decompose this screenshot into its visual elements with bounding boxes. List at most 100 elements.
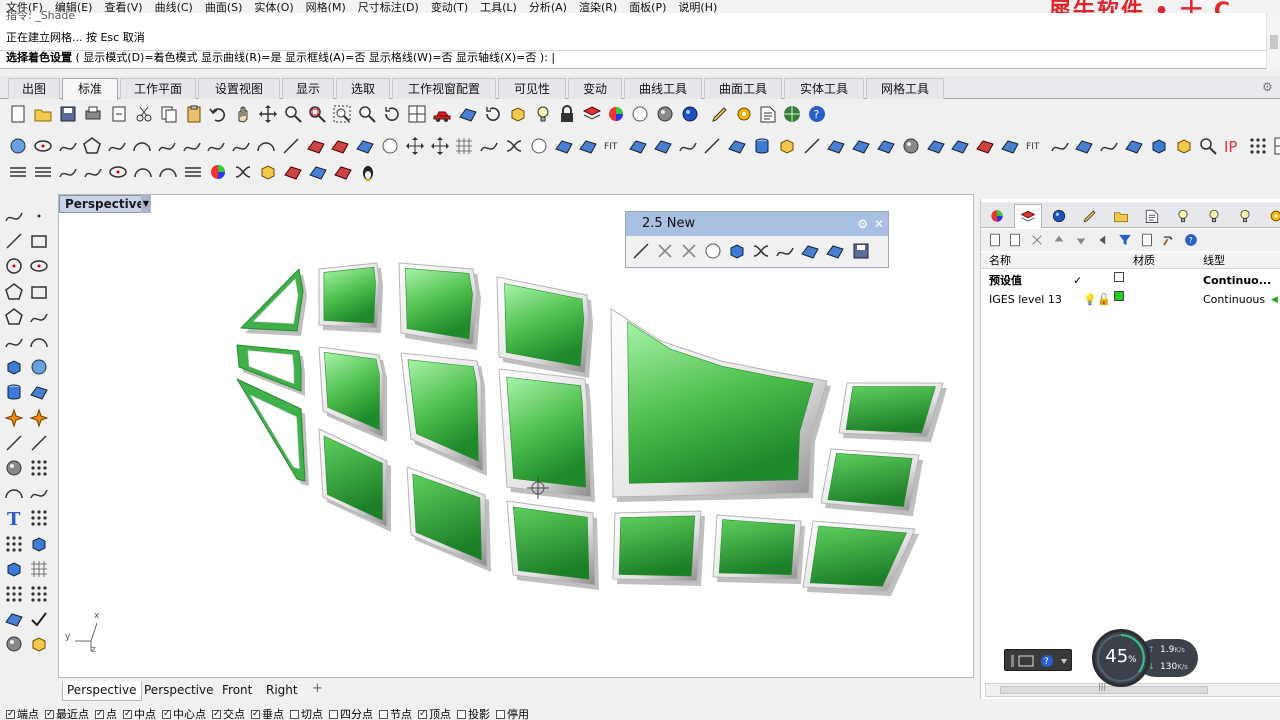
modeling-tool-row3-9-icon[interactable]	[207, 161, 229, 183]
osnap-toggle[interactable]: 中点	[123, 708, 156, 720]
spark-alt-icon[interactable]	[28, 407, 50, 429]
menu-analyze[interactable]: 分析(A)	[529, 2, 567, 14]
copy-icon[interactable]	[158, 103, 180, 125]
cut-icon[interactable]	[133, 103, 155, 125]
modeling-tool-50-icon[interactable]: IP	[1222, 135, 1244, 157]
osnap-checkbox[interactable]	[95, 708, 104, 720]
modeling-tool-39-icon[interactable]	[949, 135, 971, 157]
properties-icon[interactable]	[757, 103, 779, 125]
osnap-toggle[interactable]: 交点	[212, 708, 245, 720]
tab-select[interactable]: 选取	[336, 78, 390, 99]
layer-icon[interactable]	[581, 103, 603, 125]
move-down-icon[interactable]	[1073, 232, 1089, 248]
undo-icon[interactable]	[207, 103, 229, 125]
pan-icon[interactable]	[257, 103, 279, 125]
layer-row[interactable]: IGES level 13 💡 🔓 Continuous ◀	[981, 291, 1280, 309]
spark-icon[interactable]	[3, 407, 25, 429]
osnap-toggle[interactable]: 四分点	[329, 708, 373, 720]
surface-edit-alt-icon[interactable]	[28, 608, 50, 630]
menu-help[interactable]: 说明(H)	[678, 2, 717, 14]
print-icon[interactable]	[82, 103, 104, 125]
modeling-tool-48-icon[interactable]	[1173, 135, 1195, 157]
color-ball-icon[interactable]	[605, 103, 627, 125]
osnap-checkbox[interactable]	[290, 710, 299, 719]
menu-solid[interactable]: 实体(O)	[254, 2, 293, 14]
modeling-tool-37-icon[interactable]	[900, 135, 922, 157]
modeling-tool-14-icon[interactable]	[329, 135, 351, 157]
shaded-sphere-icon[interactable]	[629, 103, 651, 125]
modeling-tool-19-icon[interactable]	[453, 135, 475, 157]
panel-tool-5-icon[interactable]	[726, 240, 748, 262]
sole-tile-green-face[interactable]	[323, 266, 376, 324]
dot-grid-icon[interactable]	[3, 583, 25, 605]
osnap-toggle[interactable]: 垂点	[251, 708, 284, 720]
sole-tile-green-face[interactable]	[512, 506, 590, 580]
modeling-tool-2-icon[interactable]	[32, 135, 54, 157]
modeling-tool-23-icon[interactable]	[553, 135, 575, 157]
tab-viewport-layout[interactable]: 工作视窗配置	[392, 78, 496, 99]
modeling-tool-4-icon[interactable]	[81, 135, 103, 157]
panel-tool-2-icon[interactable]	[654, 240, 676, 262]
tab-cplanes[interactable]: 工作平面	[120, 78, 196, 99]
add-view-icon[interactable]: +	[312, 681, 323, 696]
car-icon[interactable]	[431, 103, 453, 125]
filter-icon[interactable]	[1117, 232, 1133, 248]
sole-tile-green-face[interactable]	[618, 515, 696, 577]
network-speed-meter[interactable]: ↑ 1.9K/s ↓ 130K/s 45%	[1092, 629, 1198, 687]
sole-tile-green-face[interactable]	[252, 278, 299, 324]
libraries-tab-icon[interactable]	[1076, 204, 1104, 228]
modeling-tool-34-icon[interactable]	[825, 135, 847, 157]
zoom-extents-icon[interactable]	[331, 103, 353, 125]
modeling-tool-25-icon[interactable]: FIT	[602, 135, 624, 157]
sphere-tools-icon[interactable]	[3, 457, 25, 479]
modeling-tool-row3-8-icon[interactable]	[182, 161, 204, 183]
sole-tile-green-face[interactable]	[405, 267, 473, 340]
open-folder-icon[interactable]	[32, 103, 54, 125]
new-layer-icon[interactable]	[987, 232, 1003, 248]
save-icon[interactable]	[57, 103, 79, 125]
osnap-checkbox[interactable]	[496, 710, 505, 719]
tab-solid-tools[interactable]: 实体工具	[784, 78, 864, 99]
modeling-tool-45-icon[interactable]	[1098, 135, 1120, 157]
menu-curve[interactable]: 曲线(C)	[155, 2, 193, 14]
osnap-checkbox[interactable]	[162, 708, 171, 720]
modeling-tool-42-icon[interactable]: FIT	[1024, 135, 1046, 157]
osnap-checkbox[interactable]	[6, 708, 15, 720]
modeling-tool-row3-10-icon[interactable]	[232, 161, 254, 183]
tab-curve-tools[interactable]: 曲线工具	[624, 78, 702, 99]
modeling-tool-31-icon[interactable]	[751, 135, 773, 157]
modeling-tool-43-icon[interactable]	[1049, 135, 1071, 157]
modeling-tool-row3-12-icon[interactable]	[282, 161, 304, 183]
close-icon[interactable]: ✕	[874, 216, 884, 232]
modeling-tool-21-icon[interactable]	[503, 135, 525, 157]
osnap-toggle[interactable]: 点	[95, 708, 117, 720]
solid-alt-icon[interactable]	[28, 356, 50, 378]
osnap-checkbox[interactable]	[418, 708, 427, 720]
import-icon[interactable]	[108, 103, 130, 125]
floating-panel-title[interactable]: 2.5 New	[626, 212, 888, 236]
sole-tile-green-face[interactable]	[718, 519, 796, 576]
move-up-icon[interactable]	[1051, 232, 1067, 248]
hand-icon[interactable]	[232, 103, 254, 125]
modeling-tool-row3-11-icon[interactable]	[257, 161, 279, 183]
osnap-checkbox[interactable]	[457, 710, 466, 719]
modeling-tool-18-icon[interactable]	[429, 135, 451, 157]
properties-tab-icon[interactable]	[983, 204, 1011, 228]
input-method-widget[interactable]: ?	[1004, 649, 1072, 671]
osnap-toggle[interactable]: 最近点	[45, 708, 89, 720]
lightbulb-icon[interactable]: 💡	[1083, 291, 1097, 309]
modeling-tool-51-icon[interactable]	[1247, 135, 1269, 157]
modeling-tool-row3-5-icon[interactable]	[107, 161, 129, 183]
osnap-checkbox[interactable]	[251, 708, 260, 720]
notify-tab-3-icon[interactable]	[1231, 204, 1259, 228]
circle-icon[interactable]	[3, 255, 25, 277]
tab-layout[interactable]: 出图	[8, 78, 60, 99]
cylinder-icon[interactable]	[3, 381, 25, 403]
menu-mesh[interactable]: 网格(M)	[306, 2, 346, 14]
sphere-tools-alt-icon[interactable]	[28, 457, 50, 479]
panel-tool-1-icon[interactable]	[630, 240, 652, 262]
scrollbar-thumb[interactable]	[1270, 35, 1278, 49]
menu-view[interactable]: 查看(V)	[104, 2, 142, 14]
cylinder-alt-icon[interactable]	[28, 381, 50, 403]
render-tools-icon[interactable]	[3, 633, 25, 655]
